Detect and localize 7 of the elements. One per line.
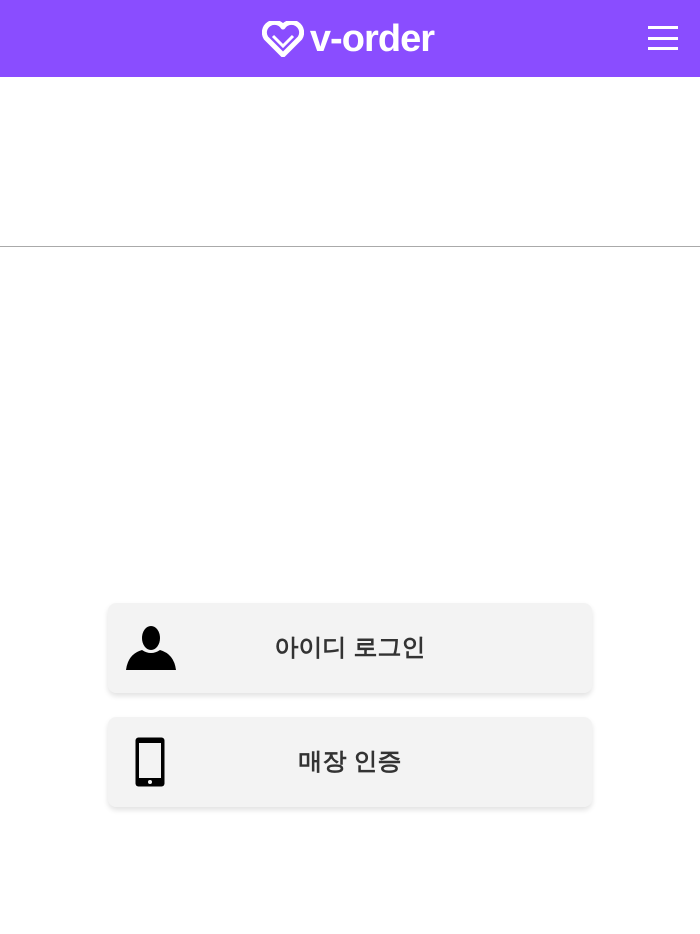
- person-icon: [126, 626, 176, 670]
- menu-button[interactable]: [648, 24, 678, 52]
- logo-text: v-order: [310, 20, 434, 58]
- login-option-button[interactable]: 매장 인증: [108, 717, 592, 807]
- heart-check-icon: [262, 20, 304, 56]
- login-option-button[interactable]: 아이디 로그인: [108, 603, 592, 693]
- phone-icon: [134, 736, 166, 788]
